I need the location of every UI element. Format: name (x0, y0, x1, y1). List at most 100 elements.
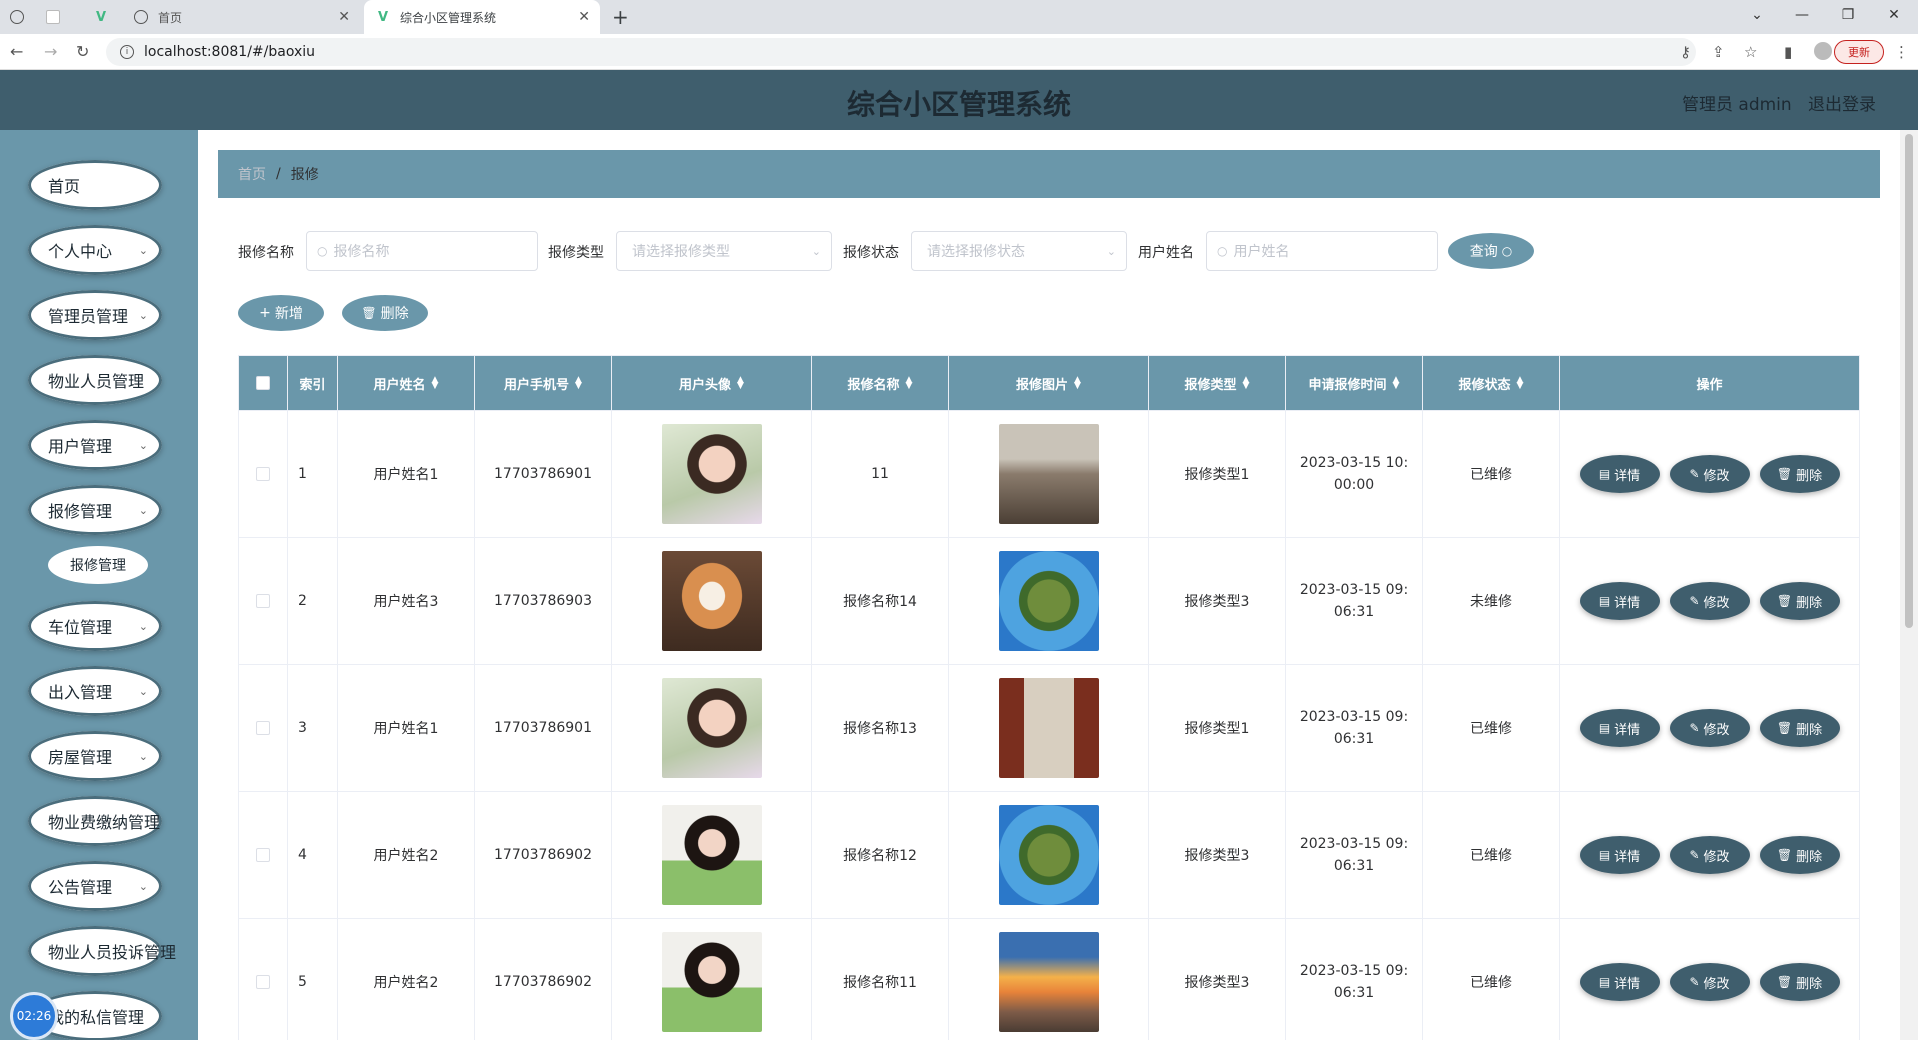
header-repair-photo[interactable]: 报修图片 ▲ ▼ (949, 356, 1149, 410)
detail-button[interactable]: ▤ 详情 (1579, 963, 1660, 1001)
header-user-phone[interactable]: 用户手机号 ▲ ▼ (475, 356, 612, 410)
sort-icon[interactable]: ▲ ▼ (432, 376, 439, 391)
breadcrumb-home[interactable]: 首页 (238, 164, 266, 184)
tab-search-icon[interactable]: ⌄ (1735, 0, 1779, 30)
sidebar-item-complaints[interactable]: 物业人员投诉管理 (28, 926, 176, 976)
user-avatar-image[interactable] (661, 551, 762, 651)
detail-button[interactable]: ▤ 详情 (1579, 836, 1660, 874)
row-checkbox[interactable] (256, 975, 270, 989)
side-panel-icon[interactable]: ▮ (1784, 43, 1792, 61)
more-menu-icon[interactable]: ⋮ (1894, 43, 1909, 61)
sort-icon[interactable]: ▲ ▼ (575, 376, 582, 391)
repair-photo-image[interactable] (998, 551, 1099, 651)
repair-photo-image[interactable] (998, 424, 1099, 524)
sort-icon[interactable]: ▲ ▼ (737, 376, 744, 391)
logout-link[interactable]: 退出登录 (1808, 90, 1876, 115)
detail-button[interactable]: ▤ 详情 (1579, 709, 1660, 747)
repair-type-select[interactable]: 请选择报修类型 ⌄ (616, 231, 832, 271)
edit-button[interactable]: ✎ 修改 (1669, 582, 1750, 620)
delete-button[interactable]: 🗑 删除 (1759, 709, 1840, 747)
close-tab-icon[interactable]: ✕ (578, 9, 590, 25)
row-checkbox[interactable] (256, 721, 270, 735)
url-field[interactable]: i localhost:8081/#/baoxiu (106, 38, 1696, 66)
repair-photo-image[interactable] (998, 805, 1099, 905)
share-icon[interactable]: ⇪ (1712, 43, 1725, 61)
header-user-avatar[interactable]: 用户头像 ▲ ▼ (612, 356, 812, 410)
delete-button[interactable]: 🗑 删除 (1759, 455, 1840, 493)
sidebar-item-notice[interactable]: 公告管理 ⌄ (28, 861, 162, 911)
table-row[interactable]: 5 用户姓名2 17703786902 报修名称11 报修类型3 2023-03-15 0… (239, 918, 1859, 1040)
sort-icon[interactable]: ▲ ▼ (1393, 376, 1400, 391)
sidebar-item-property-staff[interactable]: 物业人员管理 (28, 355, 162, 405)
sidebar-item-repair[interactable]: 报修管理 ⌄ (28, 485, 162, 535)
sidebar-item-admin[interactable]: 管理员管理 ⌄ (28, 290, 162, 340)
sidebar-subitem-repair-management[interactable]: 报修管理 (48, 546, 148, 584)
user-avatar-image[interactable] (661, 678, 762, 778)
scrollbar-thumb[interactable] (1905, 134, 1913, 628)
repair-photo-image[interactable] (998, 932, 1099, 1032)
browser-tab-active[interactable]: V 综合小区管理系统 ✕ (364, 0, 600, 34)
header-repair-name[interactable]: 报修名称 ▲ ▼ (812, 356, 949, 410)
sort-icon[interactable]: ▲ ▼ (1074, 376, 1081, 391)
close-tab-icon[interactable]: ✕ (338, 9, 350, 25)
back-icon[interactable]: ← (10, 42, 23, 61)
header-repair-type[interactable]: 报修类型 ▲ ▼ (1149, 356, 1286, 410)
delete-button[interactable]: 🗑 删除 (1759, 963, 1840, 1001)
batch-delete-button[interactable]: 🗑 删除 (342, 295, 428, 331)
repair-name-input[interactable]: ○ 报修名称 (306, 231, 538, 271)
header-repair-time[interactable]: 申请报修时间 ▲ ▼ (1286, 356, 1423, 410)
user-name-input[interactable]: ○ 用户姓名 (1206, 231, 1438, 271)
detail-button[interactable]: ▤ 详情 (1579, 582, 1660, 620)
table-row[interactable]: 3 用户姓名1 17703786901 报修名称13 报修类型1 2023-03-15 0… (239, 664, 1859, 791)
new-tab-icon[interactable]: + (612, 0, 642, 34)
select-all-checkbox[interactable] (256, 376, 270, 390)
browser-tab[interactable] (10, 0, 46, 34)
sort-icon[interactable]: ▲ ▼ (906, 376, 913, 391)
query-button[interactable]: 查询 ○ (1448, 233, 1534, 269)
update-button[interactable]: 更新 (1834, 40, 1884, 64)
close-window-icon[interactable]: ✕ (1872, 0, 1916, 30)
table-row[interactable]: 1 用户姓名1 17703786901 11 报修类型1 2023-03-15 10:00… (239, 410, 1859, 537)
sidebar-item-access[interactable]: 出入管理 ⌄ (28, 666, 162, 716)
row-checkbox[interactable] (256, 594, 270, 608)
sidebar-item-home[interactable]: 首页 (28, 160, 162, 210)
user-avatar-image[interactable] (661, 805, 762, 905)
add-button[interactable]: + 新增 (238, 295, 324, 331)
key-icon[interactable]: ⚷ (1680, 43, 1691, 61)
sort-icon[interactable]: ▲ ▼ (1517, 376, 1524, 391)
table-row[interactable]: 4 用户姓名2 17703786902 报修名称12 报修类型3 2023-03-15 0… (239, 791, 1859, 918)
forward-icon[interactable]: → (44, 42, 57, 61)
row-checkbox[interactable] (256, 848, 270, 862)
browser-tab[interactable] (46, 0, 82, 34)
sidebar-item-parking[interactable]: 车位管理 ⌄ (28, 601, 162, 651)
clock-widget[interactable]: 02:26 (10, 992, 58, 1040)
detail-button[interactable]: ▤ 详情 (1579, 455, 1660, 493)
restore-icon[interactable]: ❐ (1826, 0, 1870, 30)
repair-status-select[interactable]: 请选择报修状态 ⌄ (911, 231, 1127, 271)
edit-button[interactable]: ✎ 修改 (1669, 836, 1750, 874)
delete-button[interactable]: 🗑 删除 (1759, 836, 1840, 874)
star-icon[interactable]: ☆ (1744, 43, 1757, 61)
delete-button[interactable]: 🗑 删除 (1759, 582, 1840, 620)
sort-icon[interactable]: ▲ ▼ (1243, 376, 1250, 391)
browser-tab[interactable]: V (94, 0, 130, 34)
edit-button[interactable]: ✎ 修改 (1669, 709, 1750, 747)
header-user-name[interactable]: 用户姓名 ▲ ▼ (338, 356, 475, 410)
sidebar-item-users[interactable]: 用户管理 ⌄ (28, 420, 162, 470)
minimize-icon[interactable]: — (1780, 0, 1824, 30)
sidebar-item-housing[interactable]: 房屋管理 ⌄ (28, 731, 162, 781)
row-checkbox[interactable] (256, 467, 270, 481)
browser-tab-home[interactable]: 首页 ✕ (134, 0, 360, 34)
user-avatar-image[interactable] (661, 932, 762, 1032)
header-repair-status[interactable]: 报修状态 ▲ ▼ (1423, 356, 1560, 410)
edit-button[interactable]: ✎ 修改 (1669, 963, 1750, 1001)
repair-photo-image[interactable] (998, 678, 1099, 778)
table-row[interactable]: 2 用户姓名3 17703786903 报修名称14 报修类型3 2023-03-15 0… (239, 537, 1859, 664)
user-avatar-image[interactable] (661, 424, 762, 524)
sidebar-item-fee-payment[interactable]: 物业费缴纳管理 (28, 796, 162, 846)
site-info-icon[interactable]: i (120, 45, 134, 59)
profile-avatar-icon[interactable] (1814, 42, 1832, 60)
page-scrollbar[interactable] (1900, 130, 1918, 1040)
edit-button[interactable]: ✎ 修改 (1669, 455, 1750, 493)
sidebar-item-personal-center[interactable]: 个人中心 ⌄ (28, 225, 162, 275)
